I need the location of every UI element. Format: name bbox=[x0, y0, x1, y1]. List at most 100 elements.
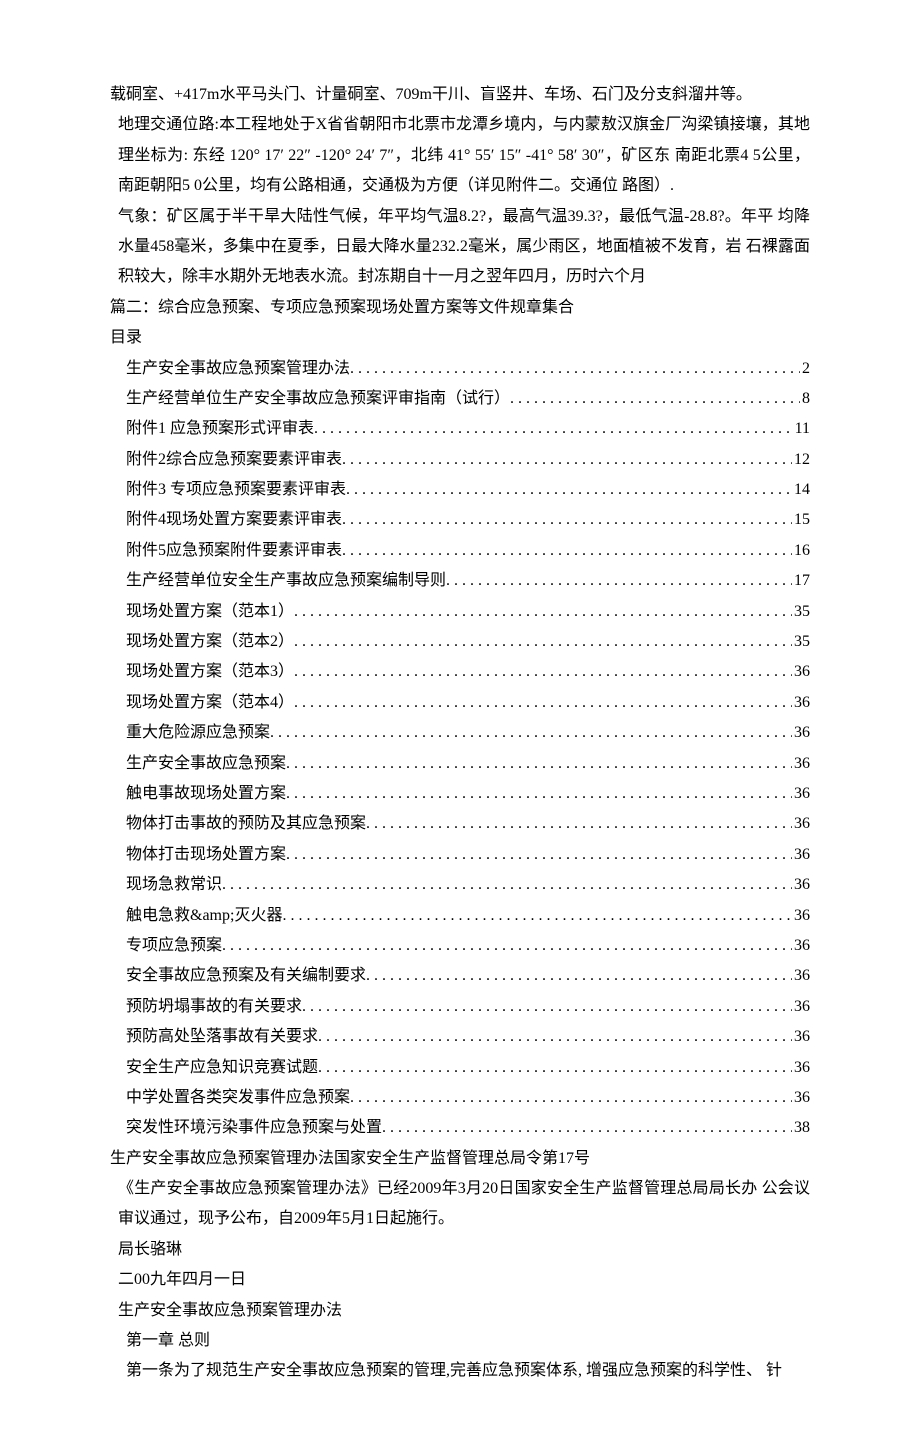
toc-entry-title: 生产安全事故应急预案 bbox=[126, 749, 286, 779]
toc-entry: 现场处置方案（范本1） 35 bbox=[126, 597, 810, 627]
toc-entry-dots bbox=[286, 840, 792, 870]
toc-entry-page: 36 bbox=[792, 840, 810, 870]
toc-entry-dots bbox=[350, 354, 800, 384]
toc-entry-title: 现场急救常识 bbox=[126, 870, 222, 900]
body-paragraph-2: 地理交通位路:本工程地处于X省省朝阳市北票市龙潭乡境内，与内蒙敖汉旗金厂沟梁镇接… bbox=[118, 110, 810, 201]
toc-entry-page: 2 bbox=[800, 354, 810, 384]
toc-entry: 安全事故应急预案及有关编制要求 36 bbox=[126, 961, 810, 991]
after-toc-line-1: 生产安全事故应急预案管理办法国家安全生产监督管理总局令第17号 bbox=[110, 1144, 810, 1174]
toc-entry-dots bbox=[302, 992, 792, 1022]
toc-entry-page: 35 bbox=[792, 627, 810, 657]
toc-entry: 触电急救&amp;灭火器 36 bbox=[126, 901, 810, 931]
toc-entry-title: 生产经营单位安全生产事故应急预案编制导则 bbox=[126, 566, 446, 596]
toc-entry-title: 现场处置方案（范本3） bbox=[126, 657, 294, 687]
toc-entry-title: 附件5应急预案附件要素评审表 bbox=[126, 536, 342, 566]
toc-entry-page: 16 bbox=[792, 536, 810, 566]
toc-entry-dots bbox=[318, 1053, 792, 1083]
toc-entry: 现场处置方案（范本4） 36 bbox=[126, 688, 810, 718]
toc-entry-page: 15 bbox=[792, 505, 810, 535]
toc-entry: 突发性环境污染事件应急预案与处置 38 bbox=[126, 1113, 810, 1143]
toc-entry-dots bbox=[286, 779, 792, 809]
toc-entry-title: 附件4现场处置方案要素评审表 bbox=[126, 505, 342, 535]
toc-entry: 触电事故现场处置方案 36 bbox=[126, 779, 810, 809]
toc-entry-page: 38 bbox=[792, 1113, 810, 1143]
toc-entry-title: 预防高处坠落事故有关要求 bbox=[126, 1022, 318, 1052]
toc-entry-page: 17 bbox=[792, 566, 810, 596]
toc-entry-title: 预防坍塌事故的有关要求 bbox=[126, 992, 302, 1022]
toc-entry-dots bbox=[342, 505, 792, 535]
body-paragraph-3: 气象：矿区属于半干旱大陆性气候，年平均气温8.2?，最高气温39.3?，最低气温… bbox=[118, 202, 810, 293]
toc-container: 生产安全事故应急预案管理办法 2生产经营单位生产安全事故应急预案评审指南（试行）… bbox=[110, 354, 810, 1144]
toc-entry-dots bbox=[346, 475, 792, 505]
toc-entry-dots bbox=[294, 627, 792, 657]
toc-entry-title: 专项应急预案 bbox=[126, 931, 222, 961]
toc-entry-title: 生产经营单位生产安全事故应急预案评审指南（试行） bbox=[126, 384, 510, 414]
toc-entry: 附件5应急预案附件要素评审表 16 bbox=[126, 536, 810, 566]
toc-entry-dots bbox=[314, 414, 793, 444]
toc-entry-title: 物体打击现场处置方案 bbox=[126, 840, 286, 870]
section-2-title: 篇二：综合应急预案、专项应急预案现场处置方案等文件规章集合 bbox=[110, 293, 810, 323]
toc-entry: 生产安全事故应急预案 36 bbox=[126, 749, 810, 779]
toc-entry-title: 附件2综合应急预案要素评审表 bbox=[126, 445, 342, 475]
toc-entry: 附件3 专项应急预案要素评审表 14 bbox=[126, 475, 810, 505]
toc-entry: 生产经营单位安全生产事故应急预案编制导则 17 bbox=[126, 566, 810, 596]
after-toc-line-7: 第一条为了规范生产安全事故应急预案的管理,完善应急预案体系, 增强应急预案的科学… bbox=[126, 1356, 810, 1386]
toc-entry: 生产安全事故应急预案管理办法 2 bbox=[126, 354, 810, 384]
toc-entry-page: 12 bbox=[792, 445, 810, 475]
toc-entry-page: 36 bbox=[792, 688, 810, 718]
after-toc-line-6: 第一章 总则 bbox=[126, 1326, 810, 1356]
toc-entry-title: 突发性环境污染事件应急预案与处置 bbox=[126, 1113, 382, 1143]
toc-entry-dots bbox=[510, 384, 800, 414]
toc-entry-title: 重大危险源应急预案 bbox=[126, 718, 270, 748]
toc-entry: 预防坍塌事故的有关要求 36 bbox=[126, 992, 810, 1022]
toc-entry-dots bbox=[366, 961, 792, 991]
toc-entry: 重大危险源应急预案 36 bbox=[126, 718, 810, 748]
toc-entry-title: 中学处置各类突发事件应急预案 bbox=[126, 1083, 350, 1113]
after-toc-line-4: 二00九年四月一日 bbox=[118, 1265, 810, 1295]
toc-entry-dots bbox=[342, 536, 792, 566]
toc-entry-page: 36 bbox=[792, 1022, 810, 1052]
after-toc-line-5: 生产安全事故应急预案管理办法 bbox=[118, 1296, 810, 1326]
toc-entry-dots bbox=[294, 688, 792, 718]
toc-entry-title: 触电事故现场处置方案 bbox=[126, 779, 286, 809]
toc-entry-title: 安全生产应急知识竞赛试题 bbox=[126, 1053, 318, 1083]
toc-entry-title: 生产安全事故应急预案管理办法 bbox=[126, 354, 350, 384]
toc-entry: 附件4现场处置方案要素评审表 15 bbox=[126, 505, 810, 535]
toc-entry-page: 36 bbox=[792, 809, 810, 839]
toc-entry-page: 36 bbox=[792, 870, 810, 900]
toc-entry-title: 物体打击事故的预防及其应急预案 bbox=[126, 809, 366, 839]
toc-entry-page: 36 bbox=[792, 992, 810, 1022]
toc-entry-dots bbox=[222, 931, 792, 961]
after-toc-line-3: 局长骆琳 bbox=[118, 1235, 810, 1265]
toc-entry-dots bbox=[222, 870, 792, 900]
toc-entry-page: 36 bbox=[792, 1083, 810, 1113]
toc-heading: 目录 bbox=[110, 323, 810, 353]
toc-entry-page: 14 bbox=[792, 475, 810, 505]
after-toc-line-2: 《生产安全事故应急预案管理办法》已经2009年3月20日国家安全生产监督管理总局… bbox=[118, 1174, 810, 1235]
body-paragraph-1: 载硐室、+417m水平马头门、计量硐室、709m干川、盲竖井、车场、石门及分支斜… bbox=[110, 80, 810, 110]
toc-entry: 生产经营单位生产安全事故应急预案评审指南（试行） 8 bbox=[126, 384, 810, 414]
toc-entry-dots bbox=[294, 657, 792, 687]
toc-entry-page: 36 bbox=[792, 961, 810, 991]
toc-entry-dots bbox=[294, 597, 792, 627]
toc-entry-title: 附件1 应急预案形式评审表 bbox=[126, 414, 314, 444]
toc-entry: 附件1 应急预案形式评审表 11 bbox=[126, 414, 810, 444]
toc-entry-page: 35 bbox=[792, 597, 810, 627]
toc-entry: 中学处置各类突发事件应急预案 36 bbox=[126, 1083, 810, 1113]
toc-entry-page: 36 bbox=[792, 1053, 810, 1083]
toc-entry-page: 36 bbox=[792, 749, 810, 779]
toc-entry-dots bbox=[318, 1022, 792, 1052]
toc-entry: 现场处置方案（范本3） 36 bbox=[126, 657, 810, 687]
toc-entry-page: 36 bbox=[792, 931, 810, 961]
toc-entry-page: 36 bbox=[792, 901, 810, 931]
toc-entry-title: 安全事故应急预案及有关编制要求 bbox=[126, 961, 366, 991]
toc-entry-title: 附件3 专项应急预案要素评审表 bbox=[126, 475, 346, 505]
toc-entry: 预防高处坠落事故有关要求 36 bbox=[126, 1022, 810, 1052]
toc-entry-dots bbox=[350, 1083, 792, 1113]
toc-entry: 现场处置方案（范本2） 35 bbox=[126, 627, 810, 657]
toc-entry-title: 现场处置方案（范本1） bbox=[126, 597, 294, 627]
toc-entry-title: 触电急救&amp;灭火器 bbox=[126, 901, 282, 931]
toc-entry: 专项应急预案 36 bbox=[126, 931, 810, 961]
toc-entry: 现场急救常识 36 bbox=[126, 870, 810, 900]
toc-entry-dots bbox=[270, 718, 792, 748]
